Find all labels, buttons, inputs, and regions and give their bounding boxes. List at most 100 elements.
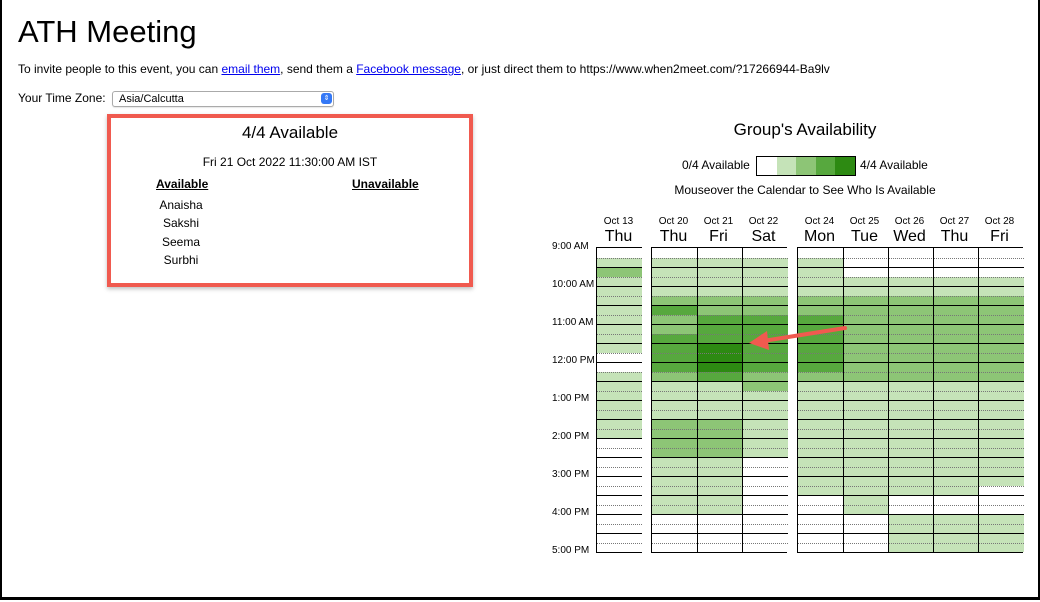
time-slot[interactable] (597, 419, 642, 429)
time-slot[interactable] (652, 314, 697, 324)
time-slot[interactable] (652, 286, 697, 296)
time-slot[interactable] (597, 533, 642, 543)
time-slot[interactable] (743, 352, 788, 362)
time-slot[interactable] (743, 362, 788, 372)
time-slot[interactable] (844, 352, 889, 362)
time-slot[interactable] (597, 457, 642, 467)
time-slot[interactable] (979, 333, 1024, 343)
time-slot[interactable] (698, 276, 743, 286)
time-slot[interactable] (889, 343, 934, 353)
time-slot[interactable] (698, 485, 743, 495)
time-slot[interactable] (652, 276, 697, 286)
time-slot[interactable] (934, 286, 979, 296)
time-slot[interactable] (698, 333, 743, 343)
time-slot[interactable] (652, 400, 697, 410)
time-slot[interactable] (698, 428, 743, 438)
time-slot[interactable] (743, 371, 788, 381)
time-slot[interactable] (798, 466, 843, 476)
time-slot[interactable] (889, 523, 934, 533)
time-slot[interactable] (798, 485, 843, 495)
time-slot[interactable] (934, 276, 979, 286)
time-slot[interactable] (979, 457, 1024, 467)
time-slot[interactable] (698, 371, 743, 381)
time-slot[interactable] (844, 267, 889, 277)
time-slot[interactable] (889, 305, 934, 315)
time-slot[interactable] (979, 476, 1024, 486)
time-slot[interactable] (743, 485, 788, 495)
time-slot[interactable] (979, 276, 1024, 286)
time-slot[interactable] (652, 248, 697, 258)
time-slot[interactable] (743, 504, 788, 514)
time-slot[interactable] (934, 314, 979, 324)
time-slot[interactable] (698, 305, 743, 315)
time-slot[interactable] (597, 428, 642, 438)
time-slot[interactable] (698, 457, 743, 467)
time-slot[interactable] (889, 409, 934, 419)
time-slot[interactable] (889, 428, 934, 438)
time-slot[interactable] (652, 390, 697, 400)
time-slot[interactable] (798, 409, 843, 419)
time-slot[interactable] (979, 286, 1024, 296)
time-slot[interactable] (652, 466, 697, 476)
time-slot[interactable] (979, 390, 1024, 400)
time-slot[interactable] (934, 305, 979, 315)
time-slot[interactable] (798, 533, 843, 543)
time-slot[interactable] (652, 333, 697, 343)
time-slot[interactable] (743, 267, 788, 277)
time-slot[interactable] (652, 457, 697, 467)
time-slot[interactable] (698, 343, 743, 353)
time-slot[interactable] (743, 523, 788, 533)
time-slot[interactable] (698, 542, 743, 552)
time-slot[interactable] (934, 400, 979, 410)
time-slot[interactable] (798, 504, 843, 514)
time-slot[interactable] (979, 428, 1024, 438)
time-slot[interactable] (979, 533, 1024, 543)
time-slot[interactable] (934, 447, 979, 457)
time-slot[interactable] (934, 438, 979, 448)
time-slot[interactable] (979, 447, 1024, 457)
time-slot[interactable] (798, 295, 843, 305)
time-slot[interactable] (652, 305, 697, 315)
time-slot[interactable] (652, 381, 697, 391)
time-slot[interactable] (597, 409, 642, 419)
time-slot[interactable] (979, 504, 1024, 514)
time-slot[interactable] (934, 504, 979, 514)
time-slot[interactable] (597, 267, 642, 277)
time-slot[interactable] (597, 343, 642, 353)
time-slot[interactable] (889, 390, 934, 400)
time-slot[interactable] (934, 485, 979, 495)
time-slot[interactable] (698, 533, 743, 543)
time-slot[interactable] (743, 295, 788, 305)
time-slot[interactable] (934, 362, 979, 372)
time-slot[interactable] (934, 514, 979, 524)
time-slot[interactable] (934, 333, 979, 343)
time-slot[interactable] (798, 305, 843, 315)
time-slot[interactable] (844, 419, 889, 429)
time-slot[interactable] (798, 390, 843, 400)
time-slot[interactable] (597, 305, 642, 315)
time-slot[interactable] (597, 523, 642, 533)
time-slot[interactable] (889, 324, 934, 334)
time-slot[interactable] (597, 485, 642, 495)
time-slot[interactable] (597, 295, 642, 305)
time-slot[interactable] (889, 466, 934, 476)
time-slot[interactable] (652, 371, 697, 381)
time-slot[interactable] (889, 314, 934, 324)
time-slot[interactable] (652, 362, 697, 372)
time-slot[interactable] (934, 457, 979, 467)
time-slot[interactable] (798, 476, 843, 486)
time-slot[interactable] (934, 257, 979, 267)
time-slot[interactable] (597, 466, 642, 476)
time-slot[interactable] (743, 390, 788, 400)
time-slot[interactable] (979, 305, 1024, 315)
time-slot[interactable] (844, 428, 889, 438)
time-slot[interactable] (597, 257, 642, 267)
time-slot[interactable] (698, 476, 743, 486)
time-slot[interactable] (844, 542, 889, 552)
time-slot[interactable] (979, 419, 1024, 429)
time-slot[interactable] (844, 533, 889, 543)
time-slot[interactable] (798, 495, 843, 505)
time-slot[interactable] (844, 286, 889, 296)
time-slot[interactable] (652, 485, 697, 495)
time-slot[interactable] (597, 514, 642, 524)
